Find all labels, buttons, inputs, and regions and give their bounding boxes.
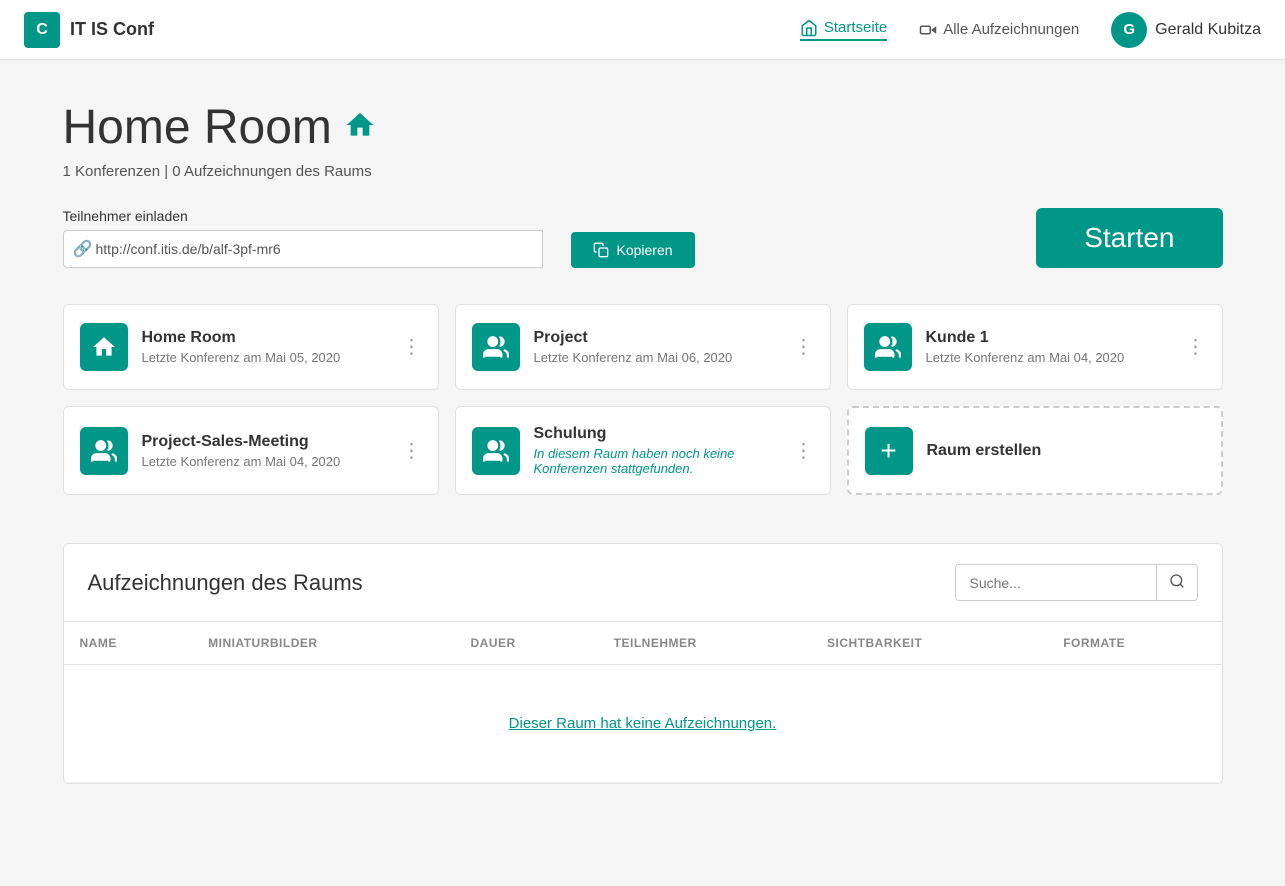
col-name: NAME xyxy=(64,622,193,665)
search-icon xyxy=(1169,573,1185,589)
search-box xyxy=(955,564,1198,601)
brand-logo-link[interactable]: C IT IS Conf xyxy=(24,12,154,48)
invite-section: Teilnehmer einladen 🔗 Kopieren Starten xyxy=(63,208,1223,268)
room-card-kunde1[interactable]: Kunde 1 Letzte Konferenz am Mai 04, 2020… xyxy=(847,304,1223,390)
recordings-table: NAME MINIATURBILDER DAUER TEILNEHMER SIC… xyxy=(64,622,1222,783)
room-date-schulung: In diesem Raum haben noch keine Konferen… xyxy=(534,446,780,476)
home-icon-svg xyxy=(344,109,376,141)
room-name-schulung: Schulung xyxy=(534,425,780,443)
home-nav-icon xyxy=(800,19,818,37)
nav-alle-aufzeichnungen[interactable]: Alle Aufzeichnungen xyxy=(919,21,1079,39)
copy-button-label: Kopieren xyxy=(617,242,673,258)
col-formate: FORMATE xyxy=(1047,622,1221,665)
video-nav-icon xyxy=(919,21,937,39)
create-room-icon: + xyxy=(865,427,913,475)
room-name-kunde1: Kunde 1 xyxy=(926,329,1172,347)
recordings-table-head: NAME MINIATURBILDER DAUER TEILNEHMER SIC… xyxy=(64,622,1222,665)
recordings-table-body: Dieser Raum hat keine Aufzeichnungen. xyxy=(64,665,1222,783)
recordings-section: Aufzeichnungen des Raums NAME MINIATURBI… xyxy=(63,543,1223,784)
nav-startseite[interactable]: Startseite xyxy=(800,19,887,41)
room-date-kunde1: Letzte Konferenz am Mai 04, 2020 xyxy=(926,350,1172,365)
invite-label: Teilnehmer einladen xyxy=(63,208,543,224)
user-avatar: G xyxy=(1111,12,1147,48)
room-card-sales[interactable]: Project-Sales-Meeting Letzte Konferenz a… xyxy=(63,406,439,495)
room-menu-sales[interactable]: ⋮ xyxy=(402,441,422,461)
room-menu-schulung[interactable]: ⋮ xyxy=(794,441,814,461)
nav-alle-aufzeichnungen-label: Alle Aufzeichnungen xyxy=(943,21,1079,38)
col-miniaturbilder: MINIATURBILDER xyxy=(192,622,454,665)
brand-name: IT IS Conf xyxy=(70,19,154,40)
room-name-project: Project xyxy=(534,329,780,347)
room-icon-kunde1 xyxy=(864,323,912,371)
invite-input-wrapper: 🔗 xyxy=(63,230,543,268)
invite-field-group: Teilnehmer einladen 🔗 xyxy=(63,208,543,268)
room-card-project[interactable]: Project Letzte Konferenz am Mai 06, 2020… xyxy=(455,304,831,390)
col-dauer: DAUER xyxy=(455,622,598,665)
rooms-grid: Home Room Letzte Konferenz am Mai 05, 20… xyxy=(63,304,1223,495)
col-sichtbarkeit: SICHTBARKEIT xyxy=(811,622,1047,665)
no-recordings-link[interactable]: Dieser Raum hat keine Aufzeichnungen. xyxy=(509,715,777,732)
room-card-home-room[interactable]: Home Room Letzte Konferenz am Mai 05, 20… xyxy=(63,304,439,390)
schulung-icon-svg xyxy=(483,438,509,464)
copy-button[interactable]: Kopieren xyxy=(571,232,695,268)
home-title-icon xyxy=(344,109,376,146)
recordings-title: Aufzeichnungen des Raums xyxy=(88,570,363,596)
room-menu-kunde1[interactable]: ⋮ xyxy=(1186,337,1206,357)
room-info-home-room: Home Room Letzte Konferenz am Mai 05, 20… xyxy=(142,329,388,365)
brand-logo-icon: C xyxy=(24,12,60,48)
link-icon: 🔗 xyxy=(73,239,93,259)
search-input[interactable] xyxy=(956,567,1156,599)
room-card-schulung[interactable]: Schulung In diesem Raum haben noch keine… xyxy=(455,406,831,495)
page-title: Home Room xyxy=(63,100,332,155)
room-icon-project xyxy=(472,323,520,371)
room-date-sales: Letzte Konferenz am Mai 04, 2020 xyxy=(142,454,388,469)
kunde1-icon-svg xyxy=(875,334,901,360)
nav-startseite-label: Startseite xyxy=(824,19,887,36)
navbar: C IT IS Conf Startseite Alle Aufzeichnun… xyxy=(0,0,1285,60)
room-menu-home-room[interactable]: ⋮ xyxy=(402,337,422,357)
room-info-kunde1: Kunde 1 Letzte Konferenz am Mai 04, 2020 xyxy=(926,329,1172,365)
room-name-sales: Project-Sales-Meeting xyxy=(142,433,388,451)
room-date-project: Letzte Konferenz am Mai 06, 2020 xyxy=(534,350,780,365)
room-icon-schulung xyxy=(472,427,520,475)
sales-icon-svg xyxy=(91,438,117,464)
user-name: Gerald Kubitza xyxy=(1155,21,1261,39)
search-button[interactable] xyxy=(1156,565,1197,600)
start-button[interactable]: Starten xyxy=(1036,208,1222,268)
main-content: Home Room 1 Konferenzen | 0 Aufzeichnung… xyxy=(23,60,1263,784)
room-info-sales: Project-Sales-Meeting Letzte Konferenz a… xyxy=(142,433,388,469)
room-icon-sales xyxy=(80,427,128,475)
room-icon-home xyxy=(80,323,128,371)
room-name-home-room: Home Room xyxy=(142,329,388,347)
navbar-nav: Startseite Alle Aufzeichnungen G Gerald … xyxy=(800,12,1261,48)
page-title-row: Home Room xyxy=(63,100,1223,155)
room-info-schulung: Schulung In diesem Raum haben noch keine… xyxy=(534,425,780,476)
invite-url-input[interactable] xyxy=(63,230,543,268)
no-recordings-row: Dieser Raum hat keine Aufzeichnungen. xyxy=(64,665,1222,783)
page-subtitle: 1 Konferenzen | 0 Aufzeichnungen des Rau… xyxy=(63,163,1223,180)
no-recordings-message: Dieser Raum hat keine Aufzeichnungen. xyxy=(64,665,1222,783)
create-room-label: Raum erstellen xyxy=(927,442,1042,460)
user-menu[interactable]: G Gerald Kubitza xyxy=(1111,12,1261,48)
room-info-project: Project Letzte Konferenz am Mai 06, 2020 xyxy=(534,329,780,365)
recordings-header: Aufzeichnungen des Raums xyxy=(64,544,1222,622)
room-menu-project[interactable]: ⋮ xyxy=(794,337,814,357)
col-teilnehmer: TEILNEHMER xyxy=(598,622,811,665)
create-room-card[interactable]: + Raum erstellen xyxy=(847,406,1223,495)
recordings-header-row: NAME MINIATURBILDER DAUER TEILNEHMER SIC… xyxy=(64,622,1222,665)
copy-icon xyxy=(593,242,609,258)
room-date-home-room: Letzte Konferenz am Mai 05, 2020 xyxy=(142,350,388,365)
home-room-icon-svg xyxy=(91,334,117,360)
project-icon-svg xyxy=(483,334,509,360)
